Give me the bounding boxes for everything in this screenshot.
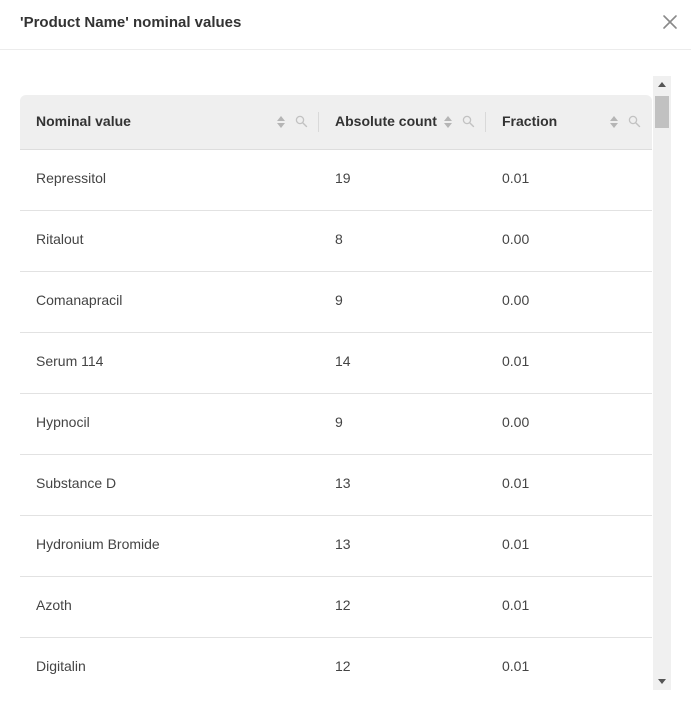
absolute-count-cell: 13 (335, 536, 351, 552)
dialog-title: 'Product Name' nominal values (20, 14, 242, 31)
absolute-count-cell: 13 (335, 475, 351, 491)
fraction-cell: 0.01 (502, 658, 530, 674)
table-row[interactable]: Ritalout 8 0.00 (20, 211, 652, 272)
nominal-value-cell: Substance D (36, 475, 117, 491)
sort-icon[interactable] (276, 115, 286, 129)
nominal-value-cell: Repressitol (36, 170, 107, 186)
fraction-cell: 0.01 (502, 536, 530, 552)
scroll-up-arrow-icon[interactable] (653, 76, 671, 93)
nominal-value-cell: Comanapracil (36, 292, 123, 308)
fraction-cell: 0.01 (502, 597, 530, 613)
column-header-label: Absolute count (335, 113, 437, 129)
fraction-cell: 0.01 (502, 353, 530, 369)
fraction-cell: 0.01 (502, 475, 530, 491)
table-row[interactable]: Azoth 12 0.01 (20, 577, 652, 638)
absolute-count-cell: 9 (335, 414, 343, 430)
table-row[interactable]: Hydronium Bromide 13 0.01 (20, 516, 652, 577)
table-body: Repressitol 19 0.01 Ritalout 8 0.00 Coma… (20, 150, 652, 690)
column-header-label: Fraction (502, 113, 558, 129)
scroll-down-arrow-icon[interactable] (653, 673, 671, 690)
table-row[interactable]: Digitalin 12 0.01 (20, 638, 652, 690)
absolute-count-cell: 9 (335, 292, 343, 308)
absolute-count-cell: 19 (335, 170, 351, 186)
vertical-scrollbar[interactable] (653, 76, 671, 690)
table-row[interactable]: Repressitol 19 0.01 (20, 150, 652, 211)
nominal-value-cell: Serum 114 (36, 353, 104, 369)
sort-icon[interactable] (609, 115, 619, 129)
column-header-fraction[interactable]: Fraction (486, 95, 652, 149)
nominal-values-table: Nominal value Absolute count Fraction Re… (20, 95, 652, 690)
absolute-count-cell: 8 (335, 231, 343, 247)
column-header-absolute-count[interactable]: Absolute count (319, 95, 485, 149)
search-icon[interactable] (462, 115, 475, 128)
nominal-value-cell: Ritalout (36, 231, 84, 247)
dialog-header: 'Product Name' nominal values (0, 0, 691, 50)
fraction-cell: 0.00 (502, 414, 530, 430)
nominal-value-cell: Hydronium Bromide (36, 536, 160, 552)
absolute-count-cell: 14 (335, 353, 351, 369)
column-header-label: Nominal value (36, 113, 131, 129)
table-header: Nominal value Absolute count Fraction (20, 95, 652, 150)
nominal-value-cell: Hypnocil (36, 414, 90, 430)
table-row[interactable]: Substance D 13 0.01 (20, 455, 652, 516)
search-icon[interactable] (295, 115, 308, 128)
table-row[interactable]: Serum 114 14 0.01 (20, 333, 652, 394)
nominal-values-dialog: 'Product Name' nominal values Nominal va… (0, 0, 691, 704)
sort-icon[interactable] (443, 115, 453, 129)
scrollbar-thumb[interactable] (655, 96, 669, 128)
table-row[interactable]: Comanapracil 9 0.00 (20, 272, 652, 333)
fraction-cell: 0.00 (502, 231, 530, 247)
fraction-cell: 0.00 (502, 292, 530, 308)
column-header-nominal-value[interactable]: Nominal value (20, 95, 318, 149)
absolute-count-cell: 12 (335, 597, 351, 613)
table-row[interactable]: Hypnocil 9 0.00 (20, 394, 652, 455)
search-icon[interactable] (628, 115, 641, 128)
nominal-value-cell: Digitalin (36, 658, 86, 674)
fraction-cell: 0.01 (502, 170, 530, 186)
absolute-count-cell: 12 (335, 658, 351, 674)
nominal-value-cell: Azoth (36, 597, 72, 613)
close-icon[interactable] (662, 14, 678, 30)
